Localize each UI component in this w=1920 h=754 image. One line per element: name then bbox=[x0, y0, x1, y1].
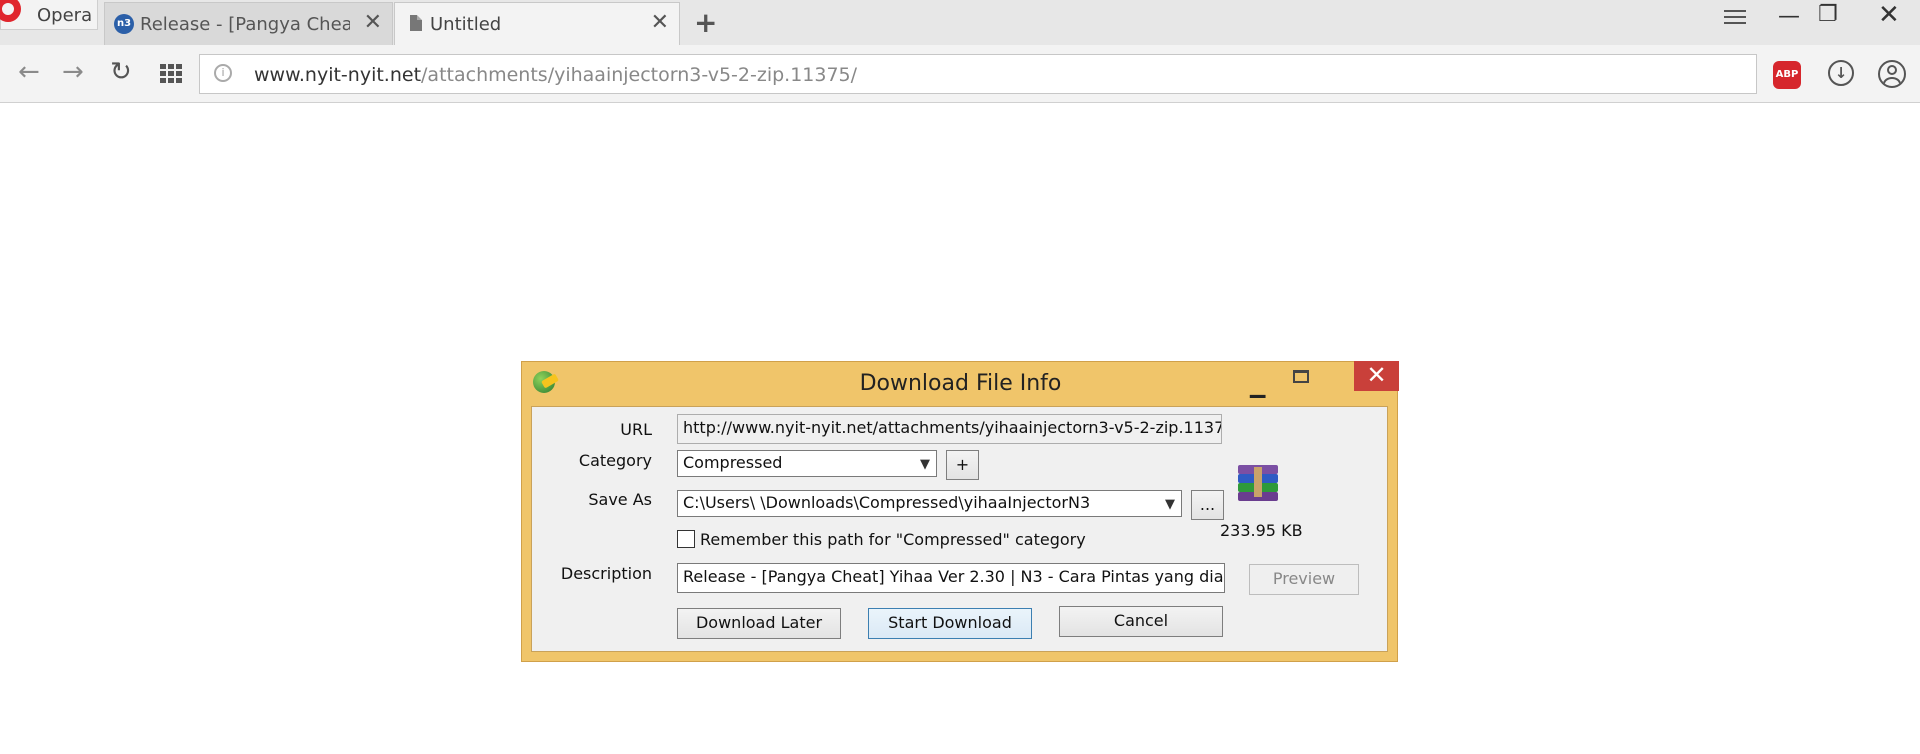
dialog-content: URL http://www.nyit-nyit.net/attachments… bbox=[531, 406, 1388, 652]
window-restore-button[interactable]: ❐ bbox=[1818, 2, 1838, 27]
opera-menu-label: Opera bbox=[37, 5, 93, 26]
add-category-button[interactable]: + bbox=[946, 450, 979, 480]
downloads-icon[interactable]: ↓ bbox=[1828, 60, 1854, 86]
save-as-combo[interactable]: C:\Users\ \Downloads\Compressed\yihaaInj… bbox=[677, 490, 1182, 517]
forward-arrow-icon[interactable]: → bbox=[62, 57, 84, 87]
site-info-icon[interactable]: i bbox=[214, 64, 232, 82]
remember-path-checkbox[interactable] bbox=[677, 530, 695, 548]
adblock-plus-icon[interactable]: ABP bbox=[1773, 61, 1801, 89]
site-favicon-icon: n3 bbox=[114, 14, 134, 34]
category-label: Category bbox=[578, 451, 652, 470]
tab-menu-icon[interactable] bbox=[1724, 10, 1746, 28]
back-arrow-icon[interactable]: ← bbox=[18, 57, 40, 87]
url-path: /attachments/yihaainjectorn3-v5-2-zip.11… bbox=[421, 64, 858, 86]
preview-button[interactable]: Preview bbox=[1249, 564, 1359, 595]
tab-close-icon[interactable]: ✕ bbox=[364, 10, 382, 35]
window-close-button[interactable]: ✕ bbox=[1878, 0, 1900, 30]
tab-strip: Opera n3 Release - [Pangya Cheat] Yihaa … bbox=[0, 0, 1920, 45]
save-as-label: Save As bbox=[588, 490, 652, 509]
tab-untitled[interactable]: Untitled ✕ bbox=[394, 2, 680, 45]
description-field[interactable]: Release - [Pangya Cheat] Yihaa Ver 2.30 … bbox=[677, 563, 1225, 593]
cancel-button[interactable]: Cancel bbox=[1059, 606, 1223, 637]
winrar-archive-icon bbox=[1238, 465, 1278, 501]
description-label: Description bbox=[560, 564, 652, 583]
browse-button[interactable]: ... bbox=[1191, 490, 1224, 520]
url-field[interactable]: http://www.nyit-nyit.net/attachments/yih… bbox=[677, 414, 1222, 444]
account-icon[interactable] bbox=[1878, 60, 1906, 88]
tab-title: Release - [Pangya Cheat] Yihaa Ver 2.30 … bbox=[140, 14, 350, 35]
window-minimize-button[interactable]: — bbox=[1778, 4, 1800, 29]
opera-menu-button[interactable]: Opera bbox=[0, 0, 98, 30]
url-host: www.nyit-nyit.net bbox=[254, 64, 422, 86]
url-label: URL bbox=[620, 420, 652, 439]
document-icon bbox=[410, 15, 422, 31]
address-toolbar: ← → ↻ i www.nyit-nyit.net/attachments/yi… bbox=[0, 45, 1920, 103]
tab-title: Untitled bbox=[430, 14, 502, 35]
chevron-down-icon: ▼ bbox=[1165, 497, 1175, 512]
dialog-maximize-button[interactable] bbox=[1293, 370, 1309, 383]
url-text: www.nyit-nyit.net/attachments/yihaainjec… bbox=[254, 64, 857, 86]
download-file-info-dialog: Download File Info ▁ ✕ URL http://www.ny… bbox=[521, 361, 1399, 662]
save-as-path: C:\Users\ \Downloads\Compressed\yihaaInj… bbox=[683, 493, 1091, 512]
reload-icon[interactable]: ↻ bbox=[110, 57, 132, 87]
download-later-button[interactable]: Download Later bbox=[677, 608, 841, 639]
tab-close-icon[interactable]: ✕ bbox=[651, 10, 669, 35]
category-value: Compressed bbox=[683, 453, 783, 472]
category-select[interactable]: Compressed ▼ bbox=[677, 450, 937, 477]
speed-dial-grid-icon[interactable] bbox=[160, 64, 182, 84]
start-download-button[interactable]: Start Download bbox=[868, 608, 1032, 639]
dialog-minimize-button[interactable]: ▁ bbox=[1250, 374, 1265, 398]
remember-path-label: Remember this path for "Compressed" cate… bbox=[700, 530, 1086, 549]
chevron-down-icon: ▼ bbox=[920, 457, 930, 472]
dialog-title: Download File Info bbox=[859, 371, 1062, 396]
file-size: 233.95 KB bbox=[1220, 521, 1303, 540]
new-tab-button[interactable]: + bbox=[694, 6, 717, 39]
dialog-close-button[interactable]: ✕ bbox=[1354, 361, 1399, 391]
opera-logo-icon bbox=[0, 0, 21, 22]
tab-release-pangya[interactable]: n3 Release - [Pangya Cheat] Yihaa Ver 2.… bbox=[104, 2, 393, 45]
address-bar[interactable]: i www.nyit-nyit.net/attachments/yihaainj… bbox=[199, 54, 1757, 94]
